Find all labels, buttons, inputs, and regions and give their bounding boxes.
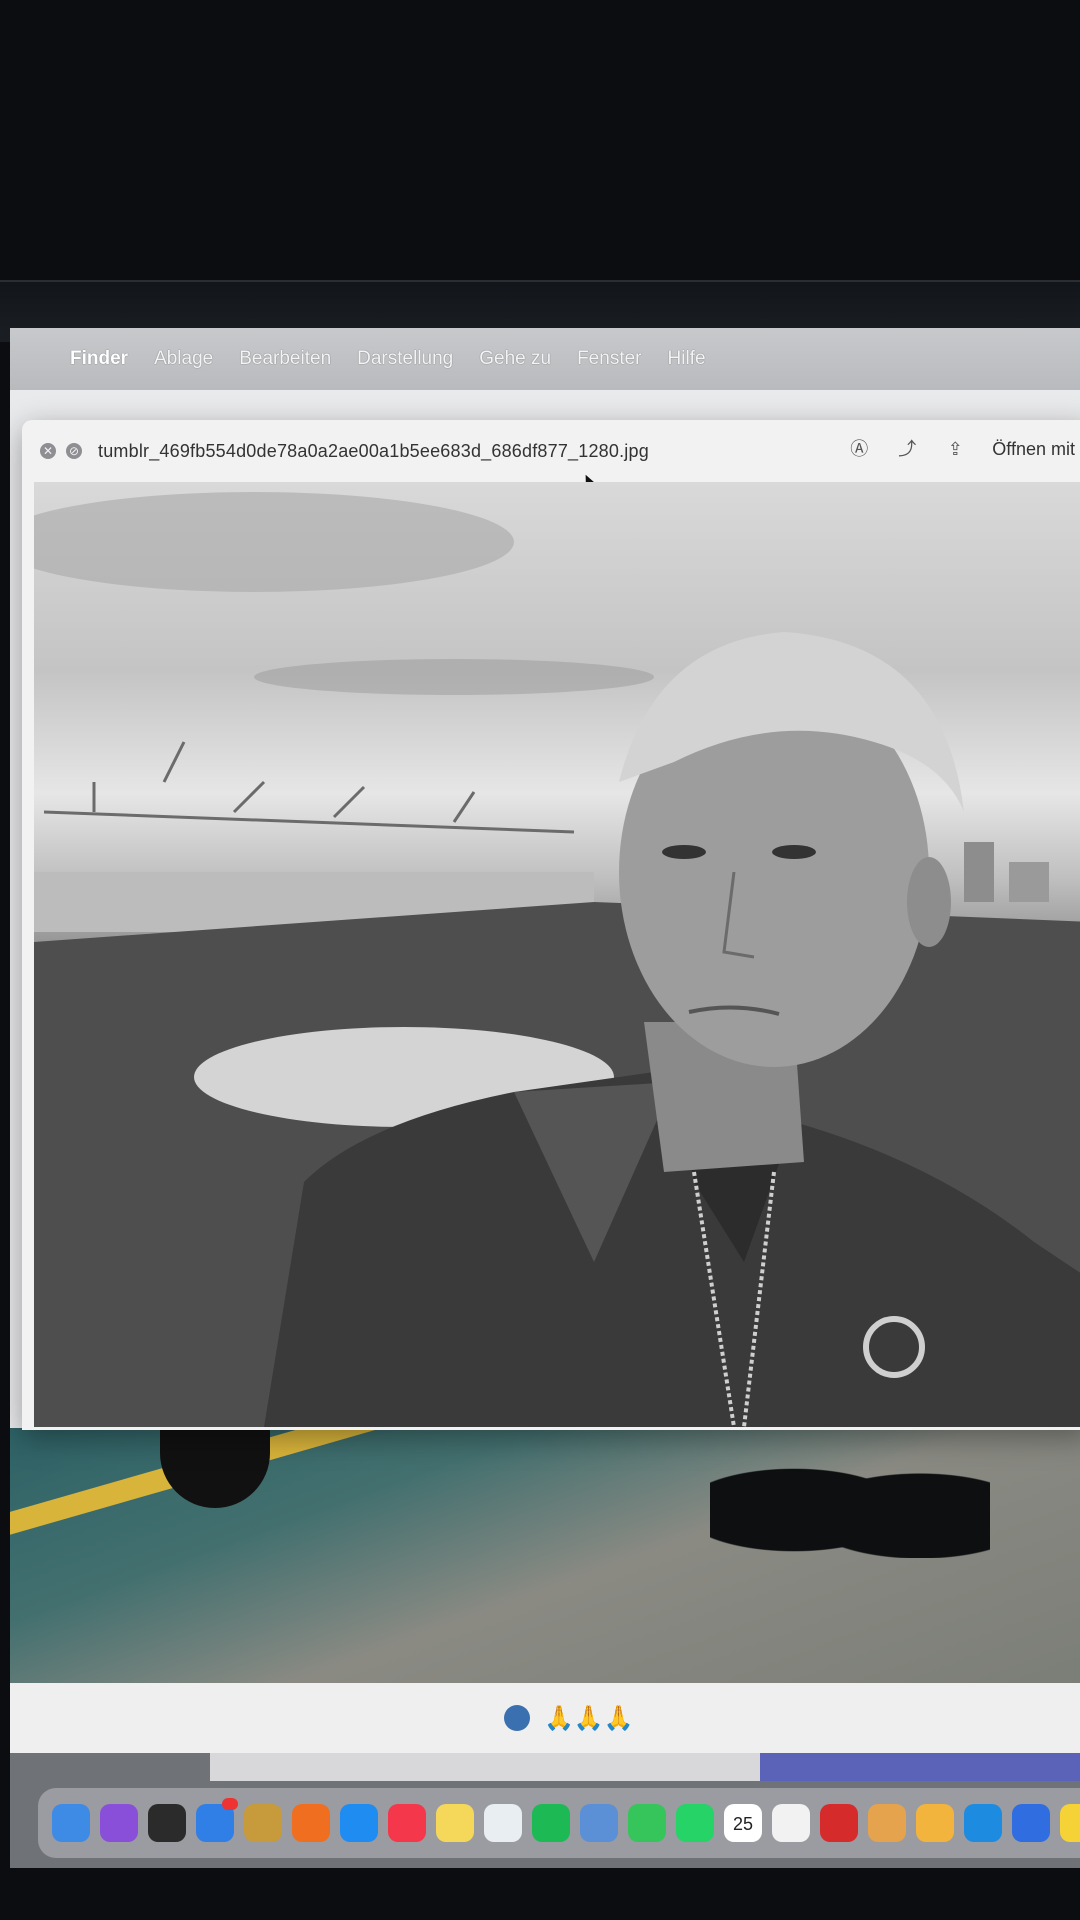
title-bar: ✕ ⊘ tumblr_469fb554d0de78a0a2ae00a1b5ee6…: [22, 420, 1080, 482]
mission-control-icon[interactable]: [148, 1804, 186, 1842]
open-with-button[interactable]: Öffnen mit V: [992, 439, 1080, 460]
menu-ablage[interactable]: Ablage: [154, 348, 213, 370]
acrobat-icon[interactable]: [820, 1804, 858, 1842]
notes-icon[interactable]: [436, 1804, 474, 1842]
markup-icon[interactable]: Ⓐ: [848, 438, 870, 460]
window-strip: [210, 1753, 1080, 1781]
notes-app-icon[interactable]: [244, 1804, 282, 1842]
wheel-shape: [160, 1428, 270, 1508]
title-bar-actions: Ⓐ ⤴ ⇪ Öffnen mit V: [848, 438, 1080, 460]
message-bar: 🙏🙏🙏: [10, 1683, 1080, 1753]
finder-icon[interactable]: [52, 1804, 90, 1842]
quick-look-window: ✕ ⊘ tumblr_469fb554d0de78a0a2ae00a1b5ee6…: [22, 420, 1080, 1430]
menu-bar: Finder Ablage Bearbeiten Darstellung Geh…: [10, 328, 1080, 390]
globe-icon: [504, 1705, 530, 1731]
photos-icon[interactable]: [916, 1804, 954, 1842]
emoji-text: 🙏🙏🙏: [544, 1704, 634, 1732]
menu-hilfe[interactable]: Hilfe: [668, 348, 706, 370]
calendar-day: 25: [732, 1814, 754, 1834]
xcode-tools-icon[interactable]: [1012, 1804, 1050, 1842]
fullscreen-icon[interactable]: ⊘: [66, 443, 82, 459]
skype-icon[interactable]: [964, 1804, 1002, 1842]
menu-bearbeiten[interactable]: Bearbeiten: [239, 348, 331, 370]
menu-finder[interactable]: Finder: [70, 348, 128, 370]
share-icon[interactable]: ⇪: [944, 438, 966, 460]
screen: Finder Ablage Bearbeiten Darstellung Geh…: [10, 328, 1080, 1868]
whatsapp-icon[interactable]: [676, 1804, 714, 1842]
mail-icon[interactable]: [196, 1798, 238, 1842]
stickies-icon[interactable]: [1060, 1804, 1080, 1842]
calendar-icon[interactable]: 25: [724, 1804, 762, 1842]
window-strip-accent: [760, 1753, 1080, 1781]
preview-image: [34, 482, 1080, 1427]
dock: 25: [38, 1788, 1080, 1858]
close-icon[interactable]: ✕: [40, 443, 56, 459]
menu-darstellung[interactable]: Darstellung: [357, 348, 453, 370]
photo-drawing: [34, 492, 1080, 1427]
launchpad-icon[interactable]: [868, 1804, 906, 1842]
boots-shape: [710, 1438, 990, 1558]
music-icon[interactable]: [388, 1804, 426, 1842]
file-name: tumblr_469fb554d0de78a0a2ae00a1b5ee683d_…: [98, 440, 649, 461]
preview-icon[interactable]: [580, 1804, 618, 1842]
spotify-icon[interactable]: [532, 1804, 570, 1842]
background-photo: [10, 1375, 1080, 1688]
notification-badge: [222, 1798, 238, 1810]
menu-fenster[interactable]: Fenster: [577, 348, 641, 370]
safari-icon[interactable]: [340, 1804, 378, 1842]
firefox-icon[interactable]: [292, 1804, 330, 1842]
siri-icon[interactable]: [100, 1804, 138, 1842]
menu-gehe-zu[interactable]: Gehe zu: [479, 348, 551, 370]
rotate-icon[interactable]: ⤴: [896, 438, 918, 460]
reminders-icon[interactable]: [772, 1804, 810, 1842]
messages-icon[interactable]: [628, 1804, 666, 1842]
freeform-icon[interactable]: [484, 1804, 522, 1842]
